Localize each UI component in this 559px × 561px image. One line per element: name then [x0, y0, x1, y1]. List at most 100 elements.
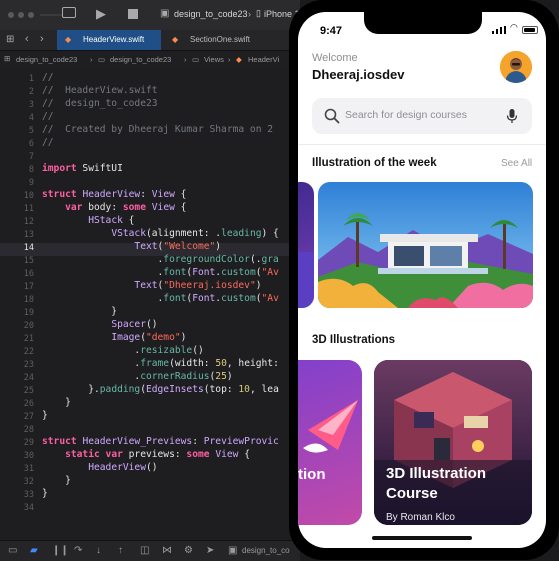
tab-sectionone[interactable]: ◆ SectionOne.swift — [168, 30, 288, 50]
greeting-text: Welcome — [312, 52, 358, 64]
swift-file-icon: ◆ — [172, 35, 179, 44]
forward-arrow-icon[interactable]: › — [40, 33, 44, 45]
debug-bar: ▭ ▰ ❙❙ ↷ ↓ ↑ ◫ ⋈ ⚙ ➤ ▣ design_to_co — [0, 540, 300, 561]
step-over-icon[interactable]: ↷ — [74, 545, 82, 556]
signal-icon — [492, 26, 506, 34]
course-title-fragment: tion — [298, 466, 326, 483]
code-line: } — [42, 306, 118, 317]
window-titlebar: ▶ ▣ design_to_code23 › ▯ iPhone 1 — [0, 0, 300, 30]
search-input[interactable]: Search for design courses — [312, 98, 532, 134]
code-line: } — [42, 397, 71, 408]
code-line: // HeaderView.swift — [42, 85, 158, 96]
grid-icon[interactable]: ⊞ — [6, 34, 14, 45]
status-time: 9:47 — [320, 25, 343, 37]
divider — [298, 144, 546, 145]
code-line: // Created by Dheeraj Kumar Sharma on 2 — [42, 124, 274, 135]
illustration-card-partial[interactable] — [298, 182, 314, 308]
search-placeholder: Search for design courses — [345, 109, 467, 121]
microphone-icon[interactable] — [506, 108, 518, 124]
line-number: 21 — [23, 334, 34, 344]
code-line: // design_to_code23 — [42, 98, 158, 109]
folder-icon: ▭ — [192, 55, 200, 64]
illustration-of-week-card[interactable] — [318, 182, 533, 308]
line-number: 30 — [23, 451, 34, 461]
swift-file-icon: ◆ — [236, 55, 242, 64]
line-number: 19 — [23, 308, 34, 318]
line-number: 8 — [28, 165, 34, 175]
line-number: 5 — [28, 126, 34, 136]
avatar[interactable] — [500, 51, 532, 83]
section-title-3d-illustrations: 3D Illustrations — [312, 334, 396, 346]
editor-tab-bar: ⊞ ‹ › ◆ HeaderView.swift ◆ SectionOne.sw… — [0, 30, 300, 51]
code-line: .cornerRadius(25) — [42, 371, 233, 382]
line-number: 20 — [23, 321, 34, 331]
chevron-right-icon: › — [184, 55, 187, 64]
pause-icon[interactable]: ❙❙ — [52, 545, 69, 556]
breadcrumb: ⊞ design_to_code23 › ▭ design_to_code23 … — [0, 51, 300, 69]
step-in-icon[interactable]: ↓ — [96, 545, 101, 556]
course-title: 3D Illustration Course — [386, 465, 487, 502]
stop-icon[interactable] — [128, 9, 138, 19]
course-card[interactable]: 3D Illustration Course By Roman Klco — [374, 360, 532, 525]
minimize-window-button[interactable] — [18, 12, 24, 18]
tab-headerview-label: HeaderView.swift — [83, 35, 145, 44]
code-line: } — [42, 475, 71, 486]
toolbar-divider — [40, 14, 62, 16]
course-card-partial[interactable]: tion — [298, 360, 362, 525]
memory-graph-icon[interactable]: ⋈ — [162, 545, 172, 556]
console-toggle-icon[interactable]: ▭ — [8, 545, 17, 556]
code-line: // — [42, 137, 54, 148]
status-scheme: design_to_co — [242, 546, 290, 555]
breadcrumb-item[interactable]: design_to_code23 — [16, 55, 77, 64]
breadcrumb-item[interactable]: Views — [204, 55, 224, 64]
back-arrow-icon[interactable]: ‹ — [25, 33, 29, 45]
code-line: }.padding(EdgeInsets(top: 10, lea — [42, 384, 279, 395]
navigator-toggle-icon[interactable] — [62, 7, 76, 18]
scheme-name[interactable]: design_to_code23 — [174, 9, 248, 19]
code-line: } — [42, 410, 48, 421]
line-number: 4 — [28, 113, 34, 123]
line-number: 18 — [23, 295, 34, 305]
breadcrumb-item[interactable]: design_to_code23 — [110, 55, 171, 64]
line-number: 15 — [23, 256, 34, 266]
step-out-icon[interactable]: ↑ — [118, 545, 123, 556]
code-line: struct HeaderView: View { — [42, 189, 187, 200]
breadcrumb-item[interactable]: HeaderVi — [248, 55, 279, 64]
line-number: 25 — [23, 386, 34, 396]
device-notch — [364, 10, 482, 34]
breakpoint-icon[interactable]: ▰ — [30, 545, 38, 556]
app-target-icon: ▣ — [228, 545, 238, 556]
line-number: 11 — [23, 204, 34, 214]
line-number: 16 — [23, 269, 34, 279]
swift-file-icon: ◆ — [65, 35, 72, 44]
zoom-window-button[interactable] — [28, 12, 34, 18]
line-number: 3 — [28, 100, 34, 110]
line-number: 13 — [23, 230, 34, 240]
line-number: 14 — [23, 243, 34, 253]
code-line: HStack { — [88, 215, 135, 226]
code-line: .font(Font.custom("Av — [42, 267, 279, 278]
line-number: 7 — [28, 152, 34, 162]
line-number: 9 — [28, 178, 34, 188]
view-debugger-icon[interactable]: ◫ — [140, 545, 149, 556]
app-target-icon: ▣ — [160, 8, 170, 19]
code-line: static var previews: some View { — [65, 449, 250, 460]
code-editor[interactable]: 1 2 3 4 5 6 7 8 9 10 11 12 13 14 15 16 17 18 19 20 21 22 23 24 2… — [0, 68, 300, 540]
chevron-right-icon: › — [248, 9, 251, 19]
code-line: Spacer() — [111, 319, 158, 330]
line-number: 28 — [23, 425, 34, 435]
code-line: var body: some View { — [65, 202, 187, 213]
see-all-link[interactable]: See All — [501, 158, 532, 169]
line-number: 24 — [23, 373, 34, 383]
folder-icon: ▭ — [98, 55, 106, 64]
line-number: 34 — [23, 503, 34, 513]
tab-headerview[interactable]: ◆ HeaderView.swift — [57, 30, 161, 50]
code-line: // — [42, 72, 54, 83]
chevron-right-icon: › — [228, 55, 231, 64]
run-icon[interactable]: ▶ — [96, 6, 106, 22]
line-number: 22 — [23, 347, 34, 357]
location-icon[interactable]: ➤ — [206, 545, 214, 556]
related-items-icon[interactable]: ⊞ — [4, 54, 10, 63]
environment-icon[interactable]: ⚙ — [184, 545, 193, 556]
close-window-button[interactable] — [8, 12, 14, 18]
